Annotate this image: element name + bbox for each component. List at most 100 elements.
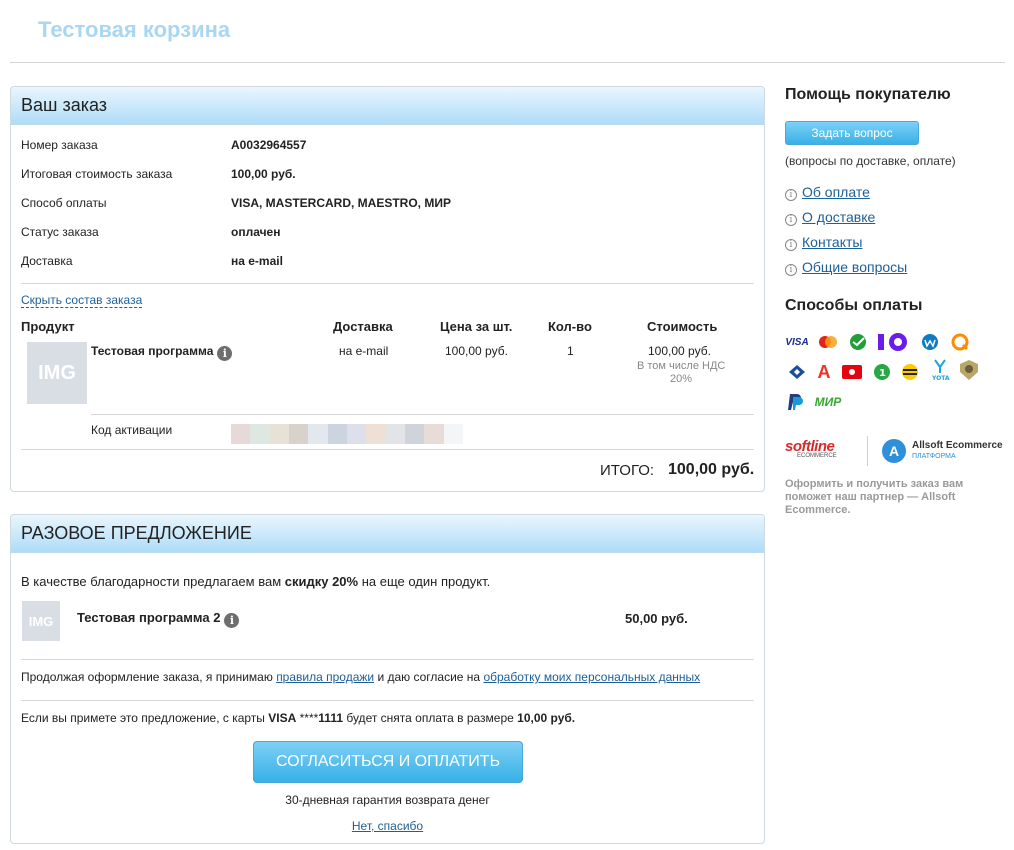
order-number-label: Номер заказа xyxy=(21,138,98,152)
qiwi-icon xyxy=(948,332,972,352)
help-link-delivery-text[interactable]: О доставке xyxy=(802,209,875,225)
product-name-text: Тестовая программа xyxy=(91,344,214,358)
col-header-delivery: Доставка xyxy=(333,319,393,334)
info-circle-icon: i xyxy=(785,239,797,251)
logo-divider xyxy=(867,436,868,466)
vat-note-line1: В том числе НДС xyxy=(637,360,726,372)
order-total-label: Итоговая стоимость заказа xyxy=(21,167,173,181)
ask-question-button[interactable]: Задать вопрос xyxy=(785,121,919,145)
charge-amount: 10,00 руб. xyxy=(517,711,576,725)
order-status-label: Статус заказа xyxy=(21,225,99,239)
svg-text:YOTA: YOTA xyxy=(931,375,950,382)
delivery-label: Доставка xyxy=(21,254,73,268)
charge-note-middle: будет снята оплата в размере xyxy=(343,711,518,725)
softline-logo-sub: ECOMMERCE xyxy=(797,453,837,459)
order-panel-title: Ваш заказ xyxy=(11,87,764,125)
product-image: IMG xyxy=(27,342,87,404)
offer-panel: РАЗОВОЕ ПРЕДЛОЖЕНИЕ В качестве благодарн… xyxy=(10,514,765,844)
offer-product-price: 50,00 руб. xyxy=(625,611,688,626)
agree-and-pay-button[interactable]: СОГЛАСИТЬСЯ И ОПЛАТИТЬ xyxy=(253,741,523,783)
order-panel: Ваш заказ Номер заказа A0032964557 Итого… xyxy=(10,86,765,492)
money-back-guarantee: 30-дневная гарантия возврата денег xyxy=(285,793,490,807)
green-wallet-icon: 1 xyxy=(870,362,894,382)
col-header-cost: Стоимость xyxy=(647,319,718,334)
tinkoff-icon xyxy=(956,360,980,380)
consent-text-middle: и даю согласие на xyxy=(374,670,484,684)
vat-note-line2: 20% xyxy=(670,373,693,385)
help-link-faq[interactable]: i Общие вопросы xyxy=(785,259,907,276)
help-link-contacts[interactable]: i Контакты xyxy=(785,234,862,251)
order-status-value: оплачен xyxy=(231,225,281,239)
charge-card-last4: 1111 xyxy=(318,711,344,725)
help-link-contacts-text[interactable]: Контакты xyxy=(802,234,862,250)
info-circle-icon: i xyxy=(785,189,797,201)
total-label: ИТОГО: xyxy=(600,462,655,479)
header-divider xyxy=(10,62,1005,63)
product-cost: 100,00 руб. xyxy=(648,344,711,358)
toggle-order-contents-link[interactable]: Скрыть состав заказа xyxy=(21,293,143,308)
allsoft-logo-text: Allsoft Ecommerce xyxy=(912,440,1003,451)
help-link-payment-text[interactable]: Об оплате xyxy=(802,184,870,200)
divider xyxy=(21,449,754,450)
offer-discount: скидку 20% xyxy=(284,574,359,589)
info-circle-icon: i xyxy=(785,264,797,276)
help-link-delivery[interactable]: i О доставке xyxy=(785,209,875,226)
offer-product-image: IMG xyxy=(22,601,60,641)
yota-icon: YOTA xyxy=(928,359,952,382)
help-link-payment[interactable]: i Об оплате xyxy=(785,184,870,201)
product-qty: 1 xyxy=(567,344,574,358)
info-icon[interactable]: i xyxy=(217,346,233,361)
payment-method-label: Способ оплаты xyxy=(21,196,107,210)
mastercard-icon xyxy=(816,332,840,352)
col-header-qty: Кол-во xyxy=(548,319,592,334)
charge-note: Если вы примете это предложение, с карты… xyxy=(21,711,575,725)
allsoft-logo-mark: A xyxy=(882,439,906,463)
consent-text: Продолжая оформление заказа, я принимаю … xyxy=(21,670,700,684)
product-delivery: на e-mail xyxy=(339,344,389,358)
col-header-price: Цена за шт. xyxy=(440,319,513,334)
ask-note: (вопросы по доставке, оплате) xyxy=(785,154,956,168)
divider xyxy=(21,659,754,660)
info-icon[interactable]: i xyxy=(224,613,240,628)
mts-icon xyxy=(840,362,864,382)
sale-rules-link[interactable]: правила продажи xyxy=(276,670,374,684)
personal-data-link[interactable]: обработку моих персональных данных xyxy=(483,670,700,684)
charge-note-start: Если вы примете это предложение, с карты xyxy=(21,711,269,725)
activation-code-label: Код активации xyxy=(91,423,173,437)
offer-panel-title: РАЗОВОЕ ПРЕДЛОЖЕНИЕ xyxy=(11,515,764,553)
webmoney-icon xyxy=(918,332,942,352)
delivery-value: на e-mail xyxy=(231,254,283,268)
charge-card-mask: **** xyxy=(296,711,319,725)
help-link-faq-text[interactable]: Общие вопросы xyxy=(802,259,907,275)
beeline-icon xyxy=(898,362,922,382)
sberbank-icon xyxy=(846,332,870,352)
softline-logo: softline ECOMMERCE xyxy=(785,438,837,459)
offer-intro-text: В качестве благодарности предлагаем вам xyxy=(21,574,285,589)
divider xyxy=(21,700,754,701)
payment-methods-heading: Способы оплаты xyxy=(785,297,923,314)
divider xyxy=(91,414,754,415)
offer-intro: В качестве благодарности предлагаем вам … xyxy=(21,574,490,589)
charge-card-type: VISA xyxy=(268,711,297,725)
help-heading: Помощь покупателю xyxy=(785,86,951,103)
paypal-icon xyxy=(783,392,807,412)
allsoft-logo-sub: ПЛАТФОРМА xyxy=(912,453,956,460)
col-header-product: Продукт xyxy=(21,319,75,334)
offer-product-name-text: Тестовая программа 2 xyxy=(77,610,221,625)
offer-intro-tail: на еще один продукт. xyxy=(358,574,491,589)
product-price: 100,00 руб. xyxy=(445,344,508,358)
activation-code-value-blurred xyxy=(231,424,463,444)
order-total-value: 100,00 руб. xyxy=(231,167,296,181)
svg-text:1: 1 xyxy=(879,368,886,379)
product-name[interactable]: Тестовая программа i xyxy=(91,344,233,361)
yoomoney-icon xyxy=(876,330,910,354)
consent-text-start: Продолжая оформление заказа, я принимаю xyxy=(21,670,277,684)
offer-product-name[interactable]: Тестовая программа 2i xyxy=(77,610,240,628)
decline-link-wrap: Нет, спасибо xyxy=(11,819,764,833)
visa-icon: VISA xyxy=(785,336,809,348)
divider xyxy=(21,283,754,284)
decline-offer-link[interactable]: Нет, спасибо xyxy=(352,819,423,833)
info-circle-icon: i xyxy=(785,214,797,226)
total-value: 100,00 руб. xyxy=(668,461,755,478)
alfa-icon: А xyxy=(817,361,831,382)
